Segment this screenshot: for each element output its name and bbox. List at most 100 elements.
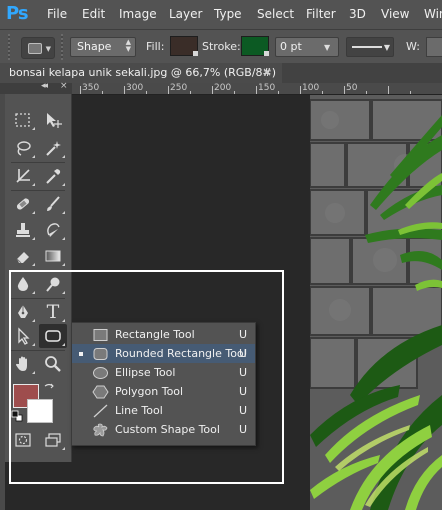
stroke-width-value: 0 pt [280, 40, 302, 53]
options-divider [61, 34, 63, 60]
stroke-width-field[interactable]: 0 pt ▼ [275, 37, 339, 57]
options-bar: ▼ Shape ▲ ▼ Fill: Stroke: 0 pt ▼ ▼ W: [0, 29, 442, 64]
menu-item-rectangle-tool[interactable]: Rectangle Tool U [72, 325, 255, 344]
chevron-down-icon: ▼ [324, 43, 331, 52]
tools-panel-header: ◂◂ × [0, 81, 72, 94]
up-down-arrows-icon: ▲ ▼ [125, 38, 131, 53]
gradient-icon [45, 250, 61, 262]
more-tools-indicator-icon [62, 211, 65, 214]
swatch-corner-icon [193, 51, 198, 56]
tool-brush[interactable] [39, 192, 67, 216]
bonsai-photo [310, 95, 442, 510]
menu-item-custom-shape-tool[interactable]: Custom Shape Tool U [72, 420, 255, 439]
stroke-label: Stroke: [202, 40, 241, 53]
width-label: W: [406, 40, 420, 53]
polygon-icon [92, 385, 109, 399]
line-icon [93, 404, 108, 418]
width-field[interactable] [426, 37, 442, 57]
menu-3d[interactable]: 3D [349, 7, 366, 21]
brush-icon [47, 196, 60, 211]
tool-lasso[interactable] [9, 136, 37, 160]
more-tools-indicator-icon [32, 263, 35, 266]
tool-magic-wand[interactable] [39, 136, 67, 160]
more-tools-indicator-icon [32, 155, 35, 158]
swatch-corner-icon [264, 51, 269, 56]
menu-item-label: Line Tool [115, 404, 163, 417]
menu-view[interactable]: View [381, 7, 409, 21]
history-brush-icon [47, 223, 60, 237]
stroke-style-picker[interactable]: ▼ [346, 37, 394, 57]
crop-icon [16, 169, 30, 183]
ruler-mark: 300 [126, 83, 144, 93]
ruler-mark: 250 [170, 83, 188, 93]
more-tools-indicator-icon [62, 183, 65, 186]
ellipse-icon [93, 367, 108, 379]
tool-marquee[interactable] [9, 108, 37, 132]
menu-file[interactable]: File [47, 7, 67, 21]
bandage-icon [16, 198, 30, 210]
fill-label: Fill: [146, 40, 165, 53]
collapse-panel-icon[interactable]: ◂◂ [41, 81, 48, 91]
toolbox-divider [11, 190, 65, 191]
eraser-icon [16, 252, 29, 264]
menu-select[interactable]: Select [257, 7, 294, 21]
close-panel-icon[interactable]: × [60, 81, 68, 91]
menu-item-shortcut: U [239, 328, 248, 341]
close-icon[interactable]: × [262, 65, 272, 79]
more-tools-indicator-icon [62, 263, 65, 266]
menu-window[interactable]: Win [424, 7, 442, 21]
tool-mode-value: Shape [77, 40, 112, 53]
options-grip[interactable] [8, 34, 10, 60]
eyedropper-icon [46, 169, 61, 184]
tool-eyedropper[interactable] [39, 164, 67, 188]
custom-shape-icon [93, 423, 108, 437]
stroke-color-swatch[interactable] [241, 36, 269, 56]
menu-type[interactable]: Type [214, 7, 242, 21]
document-tab[interactable]: bonsai kelapa unik sekali.jpg @ 66,7% (R… [0, 63, 282, 83]
tool-preset-picker[interactable]: ▼ [21, 37, 55, 59]
canvas-image[interactable] [310, 95, 442, 510]
menu-item-shortcut: U [239, 385, 248, 398]
menu-filter[interactable]: Filter [306, 7, 336, 21]
document-tab-bar: bonsai kelapa unik sekali.jpg @ 66,7% (R… [0, 63, 442, 83]
menu-item-label: Custom Shape Tool [115, 423, 220, 436]
menu-bar: Ps File Edit Image Layer Type Select Fil… [0, 0, 442, 29]
more-tools-indicator-icon [32, 237, 35, 240]
menu-image[interactable]: Image [119, 7, 157, 21]
toolbox-divider [11, 162, 65, 163]
menu-layer[interactable]: Layer [169, 7, 202, 21]
tool-gradient[interactable] [39, 244, 67, 268]
menu-item-rounded-rectangle-tool[interactable]: Rounded Rectangle Tool U [72, 344, 255, 363]
ruler-mark: 350 [82, 83, 100, 93]
magic-wand-icon [46, 141, 61, 156]
menu-item-label: Polygon Tool [115, 385, 184, 398]
tool-move[interactable] [39, 108, 67, 132]
tool-crop[interactable] [9, 164, 37, 188]
tool-mode-select[interactable]: Shape ▲ ▼ [70, 37, 136, 57]
menu-item-shortcut: U [239, 366, 248, 379]
rounded-rectangle-icon [93, 348, 108, 360]
tool-clone-stamp[interactable] [9, 218, 37, 242]
more-tools-indicator-icon [32, 211, 35, 214]
document-title: bonsai kelapa unik sekali.jpg @ 66,7% (R… [9, 66, 277, 79]
selected-bullet-icon [79, 352, 83, 356]
menu-item-shortcut: U [239, 347, 248, 360]
shape-tools-flyout-menu: Rectangle Tool U Rounded Rectangle Tool … [71, 322, 256, 446]
menu-item-polygon-tool[interactable]: Polygon Tool U [72, 382, 255, 401]
rounded-rectangle-icon [28, 43, 42, 54]
menu-edit[interactable]: Edit [82, 7, 105, 21]
horizontal-ruler[interactable]: 350 300 250 200 150 100 50 [72, 83, 442, 95]
ruler-mark: 150 [258, 83, 276, 93]
ruler-mark: 200 [214, 83, 232, 93]
tool-history-brush[interactable] [39, 218, 67, 242]
more-tools-indicator-icon [32, 183, 35, 186]
tool-healing-brush[interactable] [9, 192, 37, 216]
menu-item-ellipse-tool[interactable]: Ellipse Tool U [72, 363, 255, 382]
fill-color-swatch[interactable] [170, 36, 198, 56]
chevron-down-icon: ▼ [383, 43, 390, 52]
stamp-icon [16, 223, 30, 237]
menu-item-label: Rectangle Tool [115, 328, 195, 341]
menu-item-line-tool[interactable]: Line Tool U [72, 401, 255, 420]
tool-eraser[interactable] [9, 244, 37, 268]
marquee-icon [15, 113, 30, 127]
